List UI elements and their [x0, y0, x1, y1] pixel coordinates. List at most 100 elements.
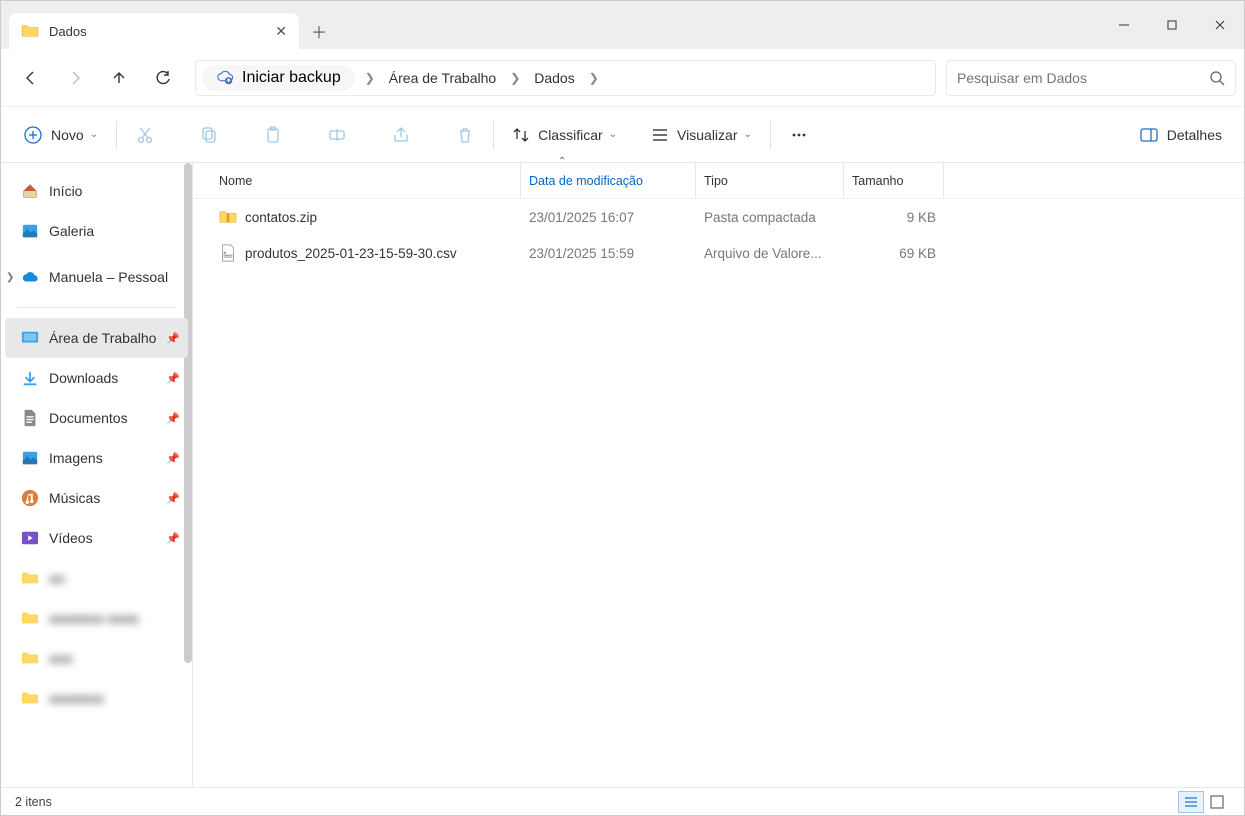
separator: [493, 121, 494, 149]
folder-icon: [21, 649, 39, 667]
pin-icon[interactable]: 📌: [166, 412, 180, 425]
paste-icon: [263, 125, 283, 145]
breadcrumb[interactable]: Iniciar backup ❯ Área de Trabalho ❯ Dado…: [195, 60, 936, 96]
close-icon[interactable]: ✕: [275, 23, 287, 40]
backup-pill[interactable]: Iniciar backup: [202, 65, 355, 91]
desktop-icon: [21, 329, 39, 347]
column-header-type[interactable]: Tipo: [696, 163, 844, 198]
cloud-icon: [21, 268, 39, 286]
close-window-button[interactable]: [1196, 1, 1244, 49]
minimize-button[interactable]: [1100, 1, 1148, 49]
maximize-button[interactable]: [1148, 1, 1196, 49]
status-bar: 2 itens: [1, 787, 1244, 815]
sidebar-item-desktop[interactable]: Área de Trabalho 📌: [5, 318, 188, 358]
paste-button[interactable]: [255, 117, 291, 153]
breadcrumb-segment[interactable]: Dados: [526, 61, 582, 95]
share-button[interactable]: [383, 117, 419, 153]
sidebar-item-label: Imagens: [49, 450, 103, 466]
chevron-down-icon: ⌄: [743, 129, 751, 140]
sidebar-item-home[interactable]: Início: [5, 171, 188, 211]
details-panel-icon: [1139, 125, 1159, 145]
sort-label: Classificar: [538, 127, 603, 143]
sidebar-item-folder[interactable]: aaa: [5, 638, 188, 678]
separator: [116, 121, 117, 149]
cut-button[interactable]: [127, 117, 163, 153]
sidebar-item-gallery[interactable]: Galeria: [5, 211, 188, 251]
chevron-right-icon[interactable]: ❯: [504, 71, 526, 85]
forward-button[interactable]: [53, 58, 97, 98]
window-controls: [1100, 1, 1244, 49]
folder-icon: [21, 609, 39, 627]
up-button[interactable]: [97, 58, 141, 98]
delete-button[interactable]: [447, 117, 483, 153]
chevron-right-icon[interactable]: ❯: [6, 272, 14, 283]
pin-icon[interactable]: 📌: [166, 532, 180, 545]
chevron-right-icon[interactable]: ❯: [359, 71, 381, 85]
more-icon: [789, 125, 809, 145]
search-icon: [1209, 70, 1225, 86]
toolbar: Novo ⌄ Classificar ⌄ Visualizar ⌄ Detalh…: [1, 107, 1244, 163]
tab-active[interactable]: Dados ✕: [9, 13, 299, 49]
backup-label: Iniciar backup: [242, 69, 341, 87]
rename-button[interactable]: [319, 117, 355, 153]
pin-icon[interactable]: 📌: [166, 372, 180, 385]
file-row[interactable]: contatos.zip 23/01/2025 16:07 Pasta comp…: [193, 199, 1244, 235]
file-type: Pasta compactada: [696, 210, 844, 225]
file-date: 23/01/2025 15:59: [521, 246, 696, 261]
sidebar-item-label: Galeria: [49, 223, 94, 239]
sidebar-item-label: Início: [49, 183, 82, 199]
chevron-down-icon: ⌄: [90, 129, 98, 140]
sidebar[interactable]: Início Galeria ❯ Manuela – Pessoal Área …: [1, 163, 193, 787]
new-tab-button[interactable]: ＋: [299, 13, 339, 49]
more-button[interactable]: [781, 117, 817, 153]
download-icon: [21, 369, 39, 387]
document-icon: [21, 409, 39, 427]
sidebar-item-onedrive[interactable]: ❯ Manuela – Pessoal: [5, 257, 188, 297]
back-button[interactable]: [9, 58, 53, 98]
new-label: Novo: [51, 127, 84, 143]
pin-icon[interactable]: 📌: [166, 492, 180, 505]
file-size: 69 KB: [844, 246, 936, 261]
sidebar-item-documents[interactable]: Documentos 📌: [5, 398, 188, 438]
sidebar-item-label: aa: [49, 570, 65, 586]
file-type: Arquivo de Valore...: [696, 246, 844, 261]
file-list[interactable]: contatos.zip 23/01/2025 16:07 Pasta comp…: [193, 199, 1244, 787]
copy-button[interactable]: [191, 117, 227, 153]
column-header-name[interactable]: Nome: [211, 163, 521, 198]
tab-title: Dados: [49, 24, 275, 39]
search-box[interactable]: [946, 60, 1236, 96]
thumbnails-view-button[interactable]: [1204, 791, 1230, 813]
share-icon: [391, 125, 411, 145]
chevron-right-icon[interactable]: ❯: [583, 71, 605, 85]
title-bar: Dados ✕ ＋: [1, 1, 1244, 49]
details-view-button[interactable]: [1178, 791, 1204, 813]
sidebar-item-pictures[interactable]: Imagens 📌: [5, 438, 188, 478]
sort-indicator-icon: ⌃: [558, 156, 566, 167]
details-panel-button[interactable]: Detalhes: [1131, 117, 1230, 153]
file-name: contatos.zip: [245, 210, 317, 225]
sidebar-item-folder[interactable]: aa: [5, 558, 188, 598]
pin-icon[interactable]: 📌: [166, 452, 180, 465]
sort-button[interactable]: Classificar ⌄: [504, 117, 625, 153]
sidebar-item-label: Vídeos: [49, 530, 93, 546]
csv-file-icon: x: [219, 244, 237, 262]
pin-icon[interactable]: 📌: [166, 332, 180, 345]
sidebar-item-folder[interactable]: aaaaaaa aaaa: [5, 598, 188, 638]
sidebar-item-label: aaaaaaa aaaa: [49, 610, 139, 626]
column-header-size[interactable]: Tamanho: [844, 163, 944, 198]
view-icon: [651, 126, 669, 144]
rename-icon: [327, 125, 347, 145]
sidebar-item-music[interactable]: Músicas 📌: [5, 478, 188, 518]
refresh-button[interactable]: [141, 58, 185, 98]
sidebar-item-videos[interactable]: Vídeos 📌: [5, 518, 188, 558]
sidebar-item-downloads[interactable]: Downloads 📌: [5, 358, 188, 398]
sidebar-item-folder[interactable]: aaaaaaa: [5, 678, 188, 718]
view-label: Visualizar: [677, 127, 737, 143]
search-input[interactable]: [957, 70, 1209, 86]
view-button[interactable]: Visualizar ⌄: [643, 117, 760, 153]
column-header-date[interactable]: Data de modificação: [521, 163, 696, 198]
cut-icon: [135, 125, 155, 145]
file-row[interactable]: x produtos_2025-01-23-15-59-30.csv 23/01…: [193, 235, 1244, 271]
breadcrumb-segment[interactable]: Área de Trabalho: [381, 61, 504, 95]
new-button[interactable]: Novo ⌄: [15, 117, 106, 153]
